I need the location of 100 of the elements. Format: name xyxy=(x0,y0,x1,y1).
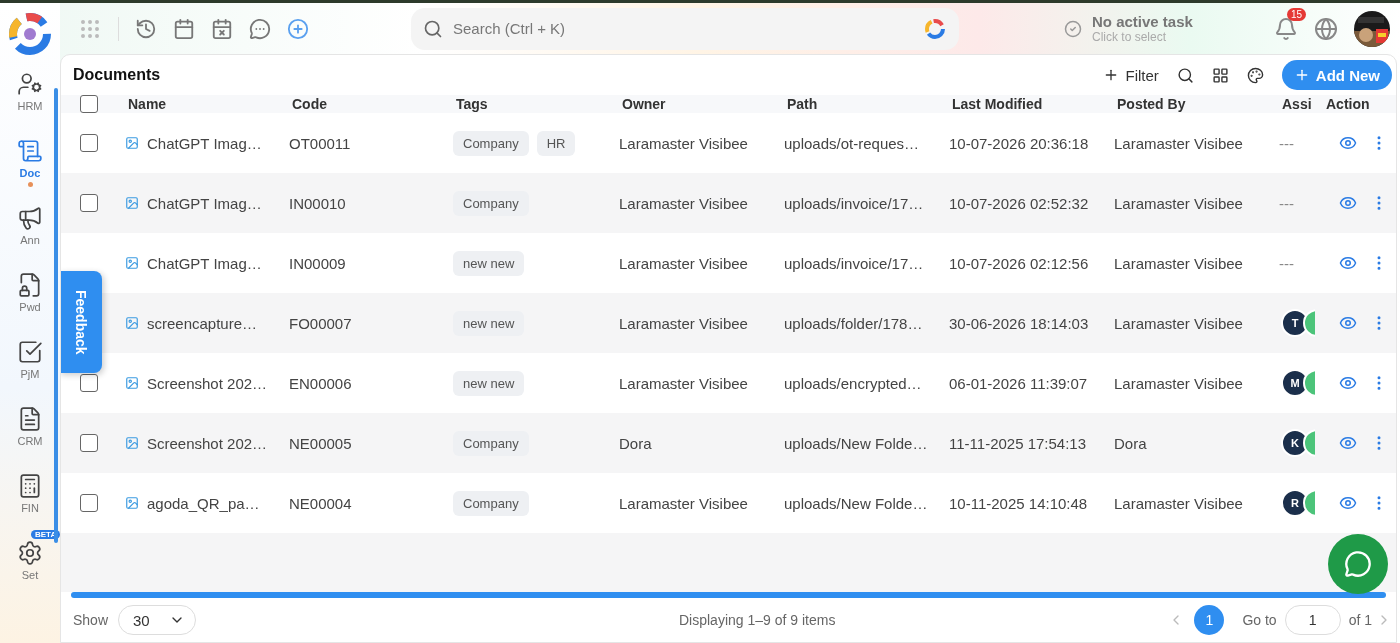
view-icon[interactable] xyxy=(1339,314,1357,332)
table-cell: ChatGPT Imag… xyxy=(147,134,262,152)
nav-item[interactable]: Doc xyxy=(17,138,43,205)
row-checkbox[interactable] xyxy=(80,434,98,452)
table-cell-text: Laramaster Visibee xyxy=(1113,194,1244,212)
table-cell-text: Laramaster Visibee xyxy=(1113,494,1244,512)
select-all-checkbox[interactable] xyxy=(80,95,98,113)
tag: Company xyxy=(453,130,529,156)
tag: new new xyxy=(453,250,525,276)
table-cell: ChatGPT Imag… xyxy=(147,254,262,272)
tag: Company xyxy=(453,190,529,216)
image-file-icon xyxy=(125,496,139,510)
goto-field[interactable]: 1 xyxy=(1284,605,1341,635)
column-header: Code xyxy=(291,96,328,112)
row-checkbox[interactable] xyxy=(80,494,98,512)
table-cell-text: Laramaster Visibee xyxy=(1113,134,1244,152)
grid-icon[interactable] xyxy=(1211,66,1229,84)
table-cell-text: Laramaster Visibee xyxy=(618,494,749,512)
table-cell-text: Laramaster Visibee xyxy=(1113,254,1244,272)
row-checkbox[interactable] xyxy=(80,134,98,152)
view-icon[interactable] xyxy=(1339,434,1357,452)
nav-item[interactable]: CRM xyxy=(17,406,43,473)
globe-icon[interactable] xyxy=(1314,16,1338,41)
calendar-x-icon[interactable] xyxy=(211,17,233,40)
column-header: Owner xyxy=(621,96,667,112)
nav-item[interactable]: HRM xyxy=(17,71,43,138)
settings-icon xyxy=(17,540,43,566)
scroll-icon xyxy=(17,138,43,164)
table-cell-text: NE00004 xyxy=(288,494,353,512)
items-summary: Displaying 1–9 of 9 items xyxy=(678,612,836,628)
horizontal-scrollbar[interactable] xyxy=(71,592,1386,598)
document-icon xyxy=(17,406,43,432)
nav-item[interactable]: PjM xyxy=(17,339,43,406)
check-icon xyxy=(1064,19,1082,38)
feedback-tab[interactable]: Feedback xyxy=(61,271,102,373)
calculator-icon xyxy=(17,473,43,499)
table-cell-text: 30-06-2026 18:14:03 xyxy=(948,314,1090,332)
page-button[interactable]: 1 xyxy=(1194,605,1225,635)
table-cell-text: uploads/invoice/17… xyxy=(783,194,925,212)
nav-item[interactable]: Pwd xyxy=(17,272,43,339)
image-file-icon xyxy=(125,436,139,450)
image-file-icon xyxy=(125,376,139,390)
chat-icon[interactable] xyxy=(249,17,271,40)
table-cell-text: Laramaster Visibee xyxy=(1113,374,1244,392)
table-cell-text: IN00010 xyxy=(288,194,347,212)
app-logo[interactable] xyxy=(7,11,53,57)
add-icon[interactable] xyxy=(287,17,309,40)
table-cell-text: --- xyxy=(1278,194,1295,212)
page-title: Documents xyxy=(73,66,161,84)
table-cell-text: --- xyxy=(1278,134,1295,152)
view-icon[interactable] xyxy=(1339,134,1357,152)
search-field[interactable]: Search (Ctrl + K) xyxy=(411,7,959,50)
image-file-icon xyxy=(125,316,139,330)
view-icon[interactable] xyxy=(1339,194,1357,212)
filter-button[interactable]: Filter xyxy=(1103,66,1159,84)
tag: new new xyxy=(453,370,525,396)
table-cell: ChatGPT Imag… xyxy=(147,194,262,212)
table-cell-text: uploads/invoice/17… xyxy=(783,254,925,272)
column-header: Action xyxy=(1325,96,1371,112)
table-cell-text: --- xyxy=(1278,254,1295,272)
active-dot xyxy=(27,182,33,187)
palette-icon[interactable] xyxy=(1246,66,1264,84)
view-icon[interactable] xyxy=(1339,374,1357,392)
image-file-icon xyxy=(125,196,139,210)
table-cell-text: EN00006 xyxy=(288,374,353,392)
image-file-icon xyxy=(125,136,139,150)
add-new-button[interactable]: Add New xyxy=(1281,60,1392,90)
row-checkbox[interactable] xyxy=(80,374,98,392)
row-checkbox[interactable] xyxy=(80,194,98,212)
show-label: Show xyxy=(73,612,109,628)
notification-bell-icon[interactable] xyxy=(1274,16,1298,41)
page-count: of 1 xyxy=(1348,612,1372,628)
table-cell-text: Laramaster Visibee xyxy=(618,134,749,152)
table-cell: agoda_QR_pa… xyxy=(147,494,260,512)
table-cell-text: Laramaster Visibee xyxy=(1113,314,1244,332)
history-icon[interactable] xyxy=(135,17,157,40)
column-header: Name xyxy=(127,96,168,112)
table-cell-text: uploads/ot-reques… xyxy=(783,134,921,152)
view-icon[interactable] xyxy=(1339,494,1357,512)
table-cell: screencapture… xyxy=(147,314,258,332)
column-header: Path xyxy=(786,96,819,112)
column-header: Assi xyxy=(1281,96,1313,112)
search-icon[interactable] xyxy=(1176,66,1194,84)
table-cell: Screenshot 202… xyxy=(147,374,268,392)
table-cell-text: uploads/New Folde… xyxy=(783,434,929,452)
table-cell-text: OT00011 xyxy=(288,134,352,152)
search-icon xyxy=(423,18,443,39)
table-cell-text: Dora xyxy=(1113,434,1148,452)
table-cell-text: uploads/encrypted… xyxy=(783,374,923,392)
table-cell-text: 06-01-2026 11:39:07 xyxy=(948,374,1089,392)
image-file-icon xyxy=(125,256,139,270)
tag: Company xyxy=(453,430,529,456)
table-cell-text: 10-07-2026 02:12:56 xyxy=(948,254,1090,272)
table-cell-text: Laramaster Visibee xyxy=(618,314,749,332)
view-icon[interactable] xyxy=(1339,254,1357,272)
active-task-selector[interactable]: No active task Click to select xyxy=(1064,13,1193,44)
nav-item[interactable]: Ann xyxy=(17,205,43,272)
calendar-icon[interactable] xyxy=(173,17,195,40)
table-cell-text: NE00005 xyxy=(288,434,353,452)
column-header: Last Modified xyxy=(951,96,1044,112)
